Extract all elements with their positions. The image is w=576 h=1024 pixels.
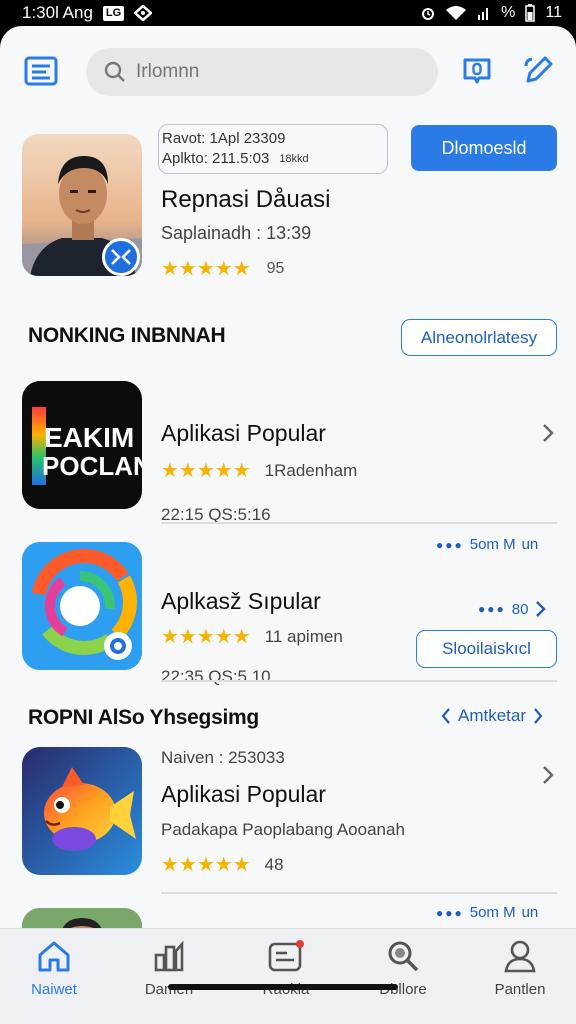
- battery-level: 11: [545, 4, 562, 21]
- app-meta: 22:35 QS:5.10: [161, 667, 271, 686]
- chevron-right-icon[interactable]: [540, 422, 556, 444]
- edit-icon[interactable]: [521, 52, 557, 88]
- sim-icon: LG: [102, 5, 125, 21]
- app-rating-row: ★★★★★ 11 apimen: [161, 624, 343, 649]
- star-rating-icon: ★★★★★: [161, 460, 251, 482]
- app-icon-fish[interactable]: [22, 747, 142, 875]
- list-icon: [268, 940, 304, 972]
- app-version: Naiven : 253033: [161, 748, 285, 767]
- app-rating-text: 11 apimen: [264, 626, 343, 646]
- app-title[interactable]: Aplkasž Sıpular: [161, 588, 321, 615]
- section-title-ranking: NONKING INBNNAH: [28, 324, 226, 347]
- app-icon-eakim[interactable]: EAKIM POCLAN: [22, 381, 142, 509]
- featured-meta-line2: Aplkto: 211.5:03: [162, 150, 270, 167]
- nav-label: Pantlen: [494, 981, 546, 998]
- app-rating-row: ★★★★★ 48: [161, 852, 284, 877]
- star-rating-icon: ★★★★★: [161, 258, 251, 280]
- notification-icon[interactable]: [459, 52, 495, 88]
- colorful-search-logo-icon: [22, 542, 142, 670]
- featured-rating: ★★★★★ 95: [161, 256, 284, 281]
- app-title[interactable]: Aplikasi Popular: [161, 420, 326, 447]
- signal-icon: [478, 8, 489, 20]
- chevron-left-icon: [441, 708, 450, 724]
- section-link[interactable]: Amtketar: [440, 706, 544, 726]
- download-button[interactable]: Dlomoesld: [411, 125, 557, 171]
- app-rating-text: 1Radenham: [264, 460, 358, 480]
- home-icon: [38, 941, 70, 972]
- profile-icon: [504, 940, 536, 973]
- nav-home[interactable]: Naiwet: [4, 939, 104, 1009]
- dots-icon: ●●●: [436, 537, 464, 552]
- status-right: % 11: [421, 4, 562, 22]
- section-link-label: Amtketar: [458, 706, 527, 725]
- battery-percent-text: %: [501, 4, 516, 21]
- more-options[interactable]: ●●● 80: [478, 599, 548, 619]
- app-rating-count: 48: [264, 854, 284, 874]
- location-icon: [134, 5, 153, 21]
- nav-apps[interactable]: Damen: [119, 939, 219, 1009]
- more-row-text: 5om M: [469, 536, 516, 553]
- top-bar: [0, 26, 576, 120]
- featured-meta-tag: 18kkd: [279, 153, 309, 165]
- featured-subtitle: Saplainadh : 13:39: [161, 223, 312, 243]
- star-rating-icon: ★★★★★: [161, 626, 251, 648]
- more-row[interactable]: ●●● 5om M un: [436, 904, 538, 921]
- star-rating-icon: ★★★★★: [161, 854, 251, 876]
- more-row-text: 5om M: [469, 904, 516, 921]
- search-bar[interactable]: [86, 48, 438, 96]
- more-row[interactable]: ●●● 5om M un: [436, 536, 538, 553]
- chevron-right-icon: [536, 601, 547, 617]
- app-screen: Ravot: 1Apl 23309 Aplkto: 211.5:03 18kkd…: [0, 26, 576, 1024]
- see-all-button[interactable]: Alneonolrlatesy: [401, 319, 557, 356]
- app-rating-row: ★★★★★ 1Radenham: [161, 458, 357, 483]
- chevron-right-icon: [534, 708, 543, 724]
- nav-profile[interactable]: Pantlen: [470, 939, 570, 1009]
- fish-logo-icon: [22, 747, 142, 875]
- bottom-nav: Naiwet Damen Raokia Dbllore Pantlen: [0, 928, 576, 1024]
- verified-badge-icon: [102, 238, 140, 276]
- featured-card[interactable]: Ravot: 1Apl 23309 Aplkto: 211.5:03 18kkd…: [0, 124, 576, 296]
- nav-label: Naiwet: [31, 981, 77, 998]
- more-row-suffix: un: [521, 904, 539, 921]
- more-row-suffix: un: [521, 536, 539, 553]
- section-title-popular: ROPNI AlSo Yhsegsimg: [28, 706, 259, 729]
- home-indicator[interactable]: [168, 984, 398, 990]
- divider: [161, 680, 557, 682]
- battery-icon: [525, 4, 536, 22]
- chevron-right-icon[interactable]: [540, 764, 556, 786]
- svg-text:EAKIM: EAKIM: [44, 422, 134, 453]
- divider: [161, 892, 557, 894]
- wifi-icon: [446, 6, 467, 20]
- nav-updates[interactable]: Raokia: [236, 939, 336, 1009]
- app-title[interactable]: Aplikasi Popular: [161, 781, 326, 808]
- featured-rating-count: 95: [266, 259, 285, 277]
- chart-icon: [154, 940, 184, 972]
- app-icon-search[interactable]: [22, 542, 142, 670]
- more-options-text: 80: [511, 600, 529, 618]
- status-bar: 1:30l Ang LG % 11: [0, 0, 576, 26]
- featured-title: Repnasi Dåuasi: [161, 186, 331, 213]
- poclan-logo-icon: EAKIM POCLAN: [32, 407, 142, 485]
- featured-meta-line1: Ravot: 1Apl 23309: [162, 130, 286, 147]
- status-time: 1:30l Ang: [22, 3, 93, 22]
- dots-icon: ●●●: [478, 602, 506, 616]
- alarm-icon: [422, 8, 435, 20]
- nav-search[interactable]: Dbllore: [353, 939, 453, 1009]
- search-icon: [388, 941, 419, 972]
- status-left: 1:30l Ang LG: [22, 3, 153, 23]
- search-input[interactable]: [136, 61, 396, 83]
- app-description: Padakapa Paoplabang Aooanah: [161, 820, 405, 839]
- search-icon: [104, 61, 125, 82]
- svg-text:POCLAN: POCLAN: [42, 451, 142, 481]
- menu-icon[interactable]: [24, 56, 58, 86]
- install-button[interactable]: Slooilaiskıcl: [416, 630, 557, 668]
- divider: [161, 522, 557, 524]
- dots-icon: ●●●: [436, 905, 464, 920]
- featured-meta-box: Ravot: 1Apl 23309 Aplkto: 211.5:03 18kkd: [158, 124, 388, 174]
